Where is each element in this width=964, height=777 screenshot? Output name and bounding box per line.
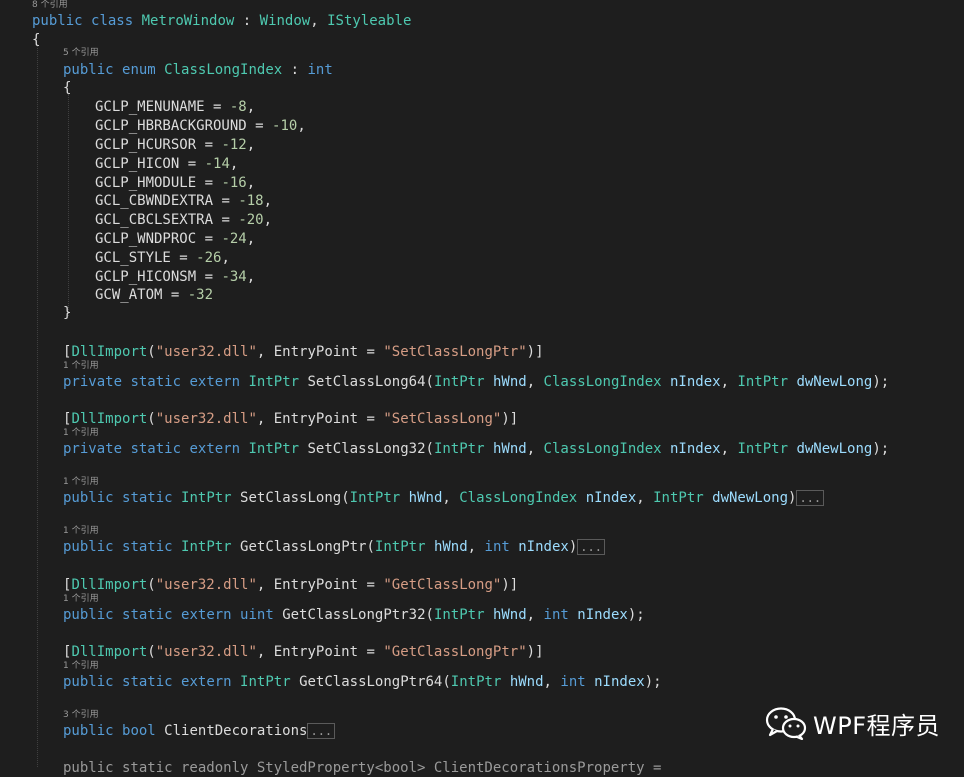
enum-member: GCL_STYLE = -26, [95,250,230,266]
method-declaration: public static IntPtr SetClassLong(IntPtr… [63,489,825,507]
attribute-line: [DllImport("user32.dll", EntryPoint = "S… [63,344,544,360]
open-brace: { [32,32,41,48]
enum-member: GCLP_HMODULE = -16, [95,175,256,191]
attribute-line: [DllImport("user32.dll", EntryPoint = "G… [63,577,519,593]
reference-count[interactable]: 1 个引用 [63,477,99,488]
reference-count[interactable]: 1 个引用 [63,661,99,672]
enum-member: GCL_CBWNDEXTRA = -18, [95,193,273,209]
method-declaration: public static extern uint GetClassLongPt… [63,607,645,623]
enum-member: GCLP_HCURSOR = -12, [95,137,256,153]
enum-declaration: public enum ClassLongIndex : int [63,62,333,78]
indent-guide [37,44,38,767]
class-declaration: public class MetroWindow : Window, IStyl… [32,13,412,29]
collapsed-code-button[interactable]: ... [796,490,825,506]
indent-guide [68,94,69,316]
attribute-line: [DllImport("user32.dll", EntryPoint = "G… [63,644,544,660]
reference-count[interactable]: 3 个引用 [63,710,99,721]
attribute-line: [DllImport("user32.dll", EntryPoint = "S… [63,411,519,427]
enum-member: GCLP_HICON = -14, [95,156,239,172]
watermark-text: WPF程序员 [813,711,941,740]
reference-count[interactable]: 1 个引用 [63,526,99,537]
reference-count[interactable]: 1 个引用 [63,428,99,439]
reference-count[interactable]: 8 个引用 [32,0,68,11]
method-declaration: public static IntPtr GetClassLongPtr(Int… [63,538,605,556]
enum-open-brace: { [63,80,72,96]
enum-member: GCLP_HBRBACKGROUND = -10, [95,118,306,134]
method-declaration: private static extern IntPtr SetClassLon… [63,374,890,390]
method-declaration: private static extern IntPtr SetClassLon… [63,441,890,457]
code-editor[interactable]: 8 个引用 public class MetroWindow : Window,… [0,0,964,776]
partial-code-line: public static readonly StyledProperty<bo… [63,760,662,776]
reference-count[interactable]: 5 个引用 [63,48,99,59]
enum-close-brace: } [63,305,72,321]
reference-count[interactable]: 1 个引用 [63,594,99,605]
collapsed-code-button[interactable]: ... [577,539,605,555]
reference-count[interactable]: 1 个引用 [63,361,99,372]
enum-member: GCW_ATOM = -32 [95,287,214,303]
enum-member: GCLP_WNDPROC = -24, [95,231,256,247]
enum-member: GCLP_HICONSM = -34, [95,269,256,285]
enum-member: GCL_CBCLSEXTRA = -20, [95,212,273,228]
enum-member: GCLP_MENUNAME = -8, [95,99,256,115]
wechat-icon [765,707,807,740]
method-declaration: public static extern IntPtr GetClassLong… [63,674,662,690]
collapsed-code-button[interactable]: ... [307,723,336,739]
watermark: WPF程序员 [765,705,940,741]
property-declaration: public bool ClientDecorations... [63,722,336,740]
